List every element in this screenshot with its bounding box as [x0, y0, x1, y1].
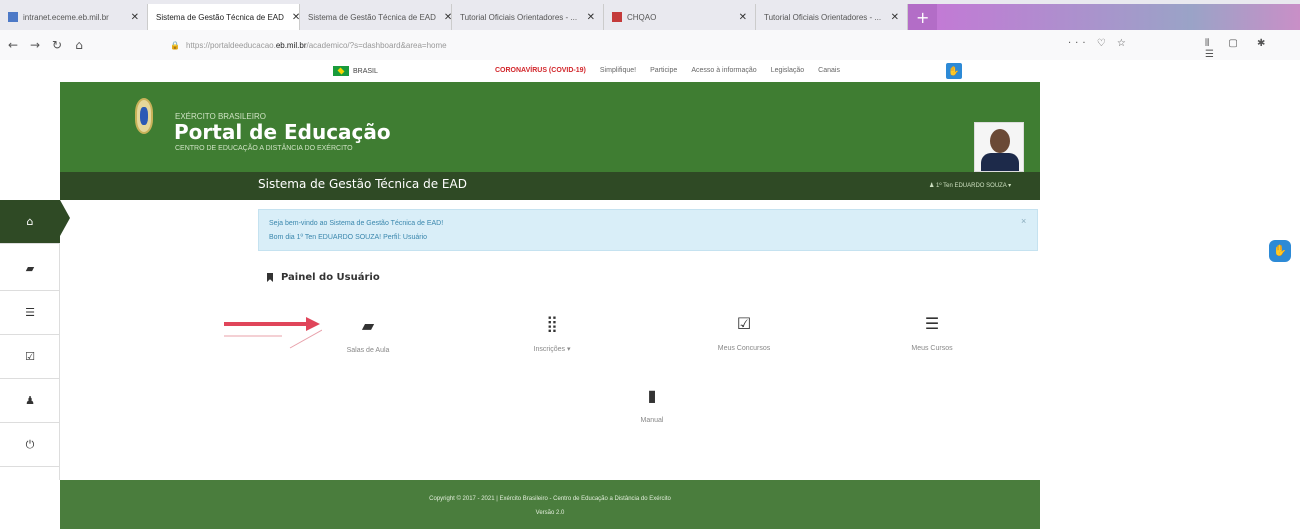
close-icon[interactable]: ×: [1021, 216, 1026, 226]
bookmark-icon: [267, 273, 273, 282]
header-subtitle: CENTRO DE EDUCAÇÃO A DISTÂNCIA DO EXÉRCI…: [175, 145, 353, 152]
gov-link-canais[interactable]: Canais: [818, 67, 840, 74]
back-icon[interactable]: ←: [4, 38, 22, 52]
grid-icon: ⣿: [546, 314, 558, 333]
footer-copyright: Copyright © 2017 - 2021 | Exército Brasi…: [429, 496, 671, 502]
red-arrow-annotation: [224, 317, 322, 349]
alert-line-1: Seja bem-vindo ao Sistema de Gestão Técn…: [269, 220, 444, 227]
gov-link-participe[interactable]: Participe: [650, 67, 677, 74]
close-tab-icon[interactable]: ✕: [883, 12, 899, 23]
panel-title: Painel do Usuário: [267, 272, 380, 283]
sidebar-item-list[interactable]: ☰: [0, 291, 60, 335]
army-emblem-icon: [135, 98, 153, 134]
close-tab-icon[interactable]: ✕: [436, 12, 451, 23]
file-icon: ▮: [647, 386, 657, 405]
sidebar-item-home[interactable]: ⌂: [0, 200, 60, 244]
tile-my-contests[interactable]: ☑ Meus Concursos: [684, 314, 804, 352]
system-bar: Sistema de Gestão Técnica de EAD ♟ 1º Te…: [60, 172, 1040, 200]
browser-tab[interactable]: intranet.eceme.eb.mil.br ✕: [0, 4, 148, 30]
browser-tab[interactable]: CHQAO ✕: [604, 4, 756, 30]
tile-label: Inscrições ▾: [533, 346, 571, 353]
power-icon: ⏻: [25, 437, 35, 451]
lock-icon: 🔒: [170, 40, 180, 50]
toolbar-icons[interactable]: ⫴ ▢ ✱ ☰: [1205, 38, 1300, 60]
sidebar-active-arrow: [60, 200, 70, 236]
tile-enrollments[interactable]: ⣿ Inscrições ▾: [492, 314, 612, 353]
sidebar-item-classrooms[interactable]: ▰: [0, 247, 60, 291]
sidebar-item-contests[interactable]: ☑: [0, 335, 60, 379]
tile-label: Meus Cursos: [911, 345, 953, 352]
sidebar-item-profile[interactable]: ♟: [0, 379, 60, 423]
book-icon: ▰: [25, 262, 35, 275]
sidebar-item-logout[interactable]: ⏻: [0, 423, 60, 467]
browser-tab-active[interactable]: Sistema de Gestão Técnica de EAD ✕: [148, 4, 300, 30]
favicon-icon: [8, 12, 18, 22]
tile-classrooms[interactable]: ▰ Salas de Aula: [308, 316, 428, 354]
gov-bar: BRASIL CORONAVÍRUS (COVID-19) Simplifiqu…: [0, 60, 1300, 82]
book-icon: ▰: [361, 316, 375, 335]
sidebar: ⌂ ▰ ☰ ☑ ♟ ⏻: [0, 200, 60, 480]
portal-header: EXÉRCITO BRASILEIRO Portal de Educação C…: [60, 82, 1040, 172]
browser-tab[interactable]: Tutorial Oficiais Orientadores - ... ✕: [452, 4, 604, 30]
tile-label: Meus Concursos: [717, 345, 771, 352]
header-title[interactable]: Portal de Educação: [174, 120, 391, 144]
tile-label: Manual: [640, 417, 664, 424]
list-icon: ☰: [924, 314, 940, 333]
brasil-link[interactable]: BRASIL: [333, 66, 378, 76]
system-title: Sistema de Gestão Técnica de EAD: [258, 177, 467, 191]
home-icon[interactable]: ⌂: [70, 38, 88, 52]
list-icon: ☰: [25, 306, 35, 319]
accessibility-icon[interactable]: ✋: [946, 63, 962, 79]
tile-manual[interactable]: ▮ Manual: [592, 386, 712, 424]
url-actions[interactable]: ··· ♡ ☆: [1068, 38, 1130, 49]
user-menu[interactable]: ♟ 1º Ten EDUARDO SOUZA ▾: [929, 182, 1011, 189]
user-icon: ♟: [25, 394, 35, 407]
url-bar[interactable]: 🔒 https://portaldeeducacao. eb.mil.br/aca…: [170, 35, 1000, 55]
forward-icon[interactable]: →: [26, 38, 44, 52]
gov-link-simplifique[interactable]: Simplifique!: [600, 67, 636, 74]
checkbox-icon: ☑: [736, 314, 752, 333]
alert-line-2: Bom dia 1º Ten EDUARDO SOUZA! Perfil: Us…: [269, 234, 428, 241]
gov-link-covid[interactable]: CORONAVÍRUS (COVID-19): [495, 67, 586, 74]
tabbar-background: [937, 4, 1300, 30]
footer-version: Versão 2.0: [535, 510, 565, 516]
footer: Copyright © 2017 - 2021 | Exército Brasi…: [60, 480, 1040, 529]
close-tab-icon[interactable]: ✕: [123, 12, 139, 23]
gov-links: CORONAVÍRUS (COVID-19) Simplifique! Part…: [495, 67, 840, 74]
close-tab-icon[interactable]: ✕: [731, 12, 747, 23]
new-tab-button[interactable]: +: [908, 4, 938, 30]
reload-icon[interactable]: ↻: [48, 38, 66, 52]
browser-nav-bar: ← → ↻ ⌂ 🔒 https://portaldeeducacao. eb.mi…: [0, 30, 1300, 60]
gov-link-legislacao[interactable]: Legislação: [771, 67, 804, 74]
welcome-alert: Seja bem-vindo ao Sistema de Gestão Técn…: [258, 209, 1038, 251]
home-icon: ⌂: [26, 215, 34, 228]
close-tab-icon[interactable]: ✕: [579, 12, 595, 23]
tile-my-courses[interactable]: ☰ Meus Cursos: [872, 314, 992, 352]
avatar[interactable]: [974, 122, 1024, 172]
browser-tab-bar: intranet.eceme.eb.mil.br ✕ Sistema de Ge…: [0, 0, 1300, 30]
brazil-flag-icon: [333, 66, 349, 76]
browser-tab[interactable]: Tutorial Oficiais Orientadores - ... ✕: [756, 4, 908, 30]
user-icon: ♟: [929, 183, 937, 189]
gov-link-acesso[interactable]: Acesso à informação: [691, 67, 756, 74]
accessibility-widget-icon[interactable]: ✋: [1269, 240, 1291, 262]
close-tab-icon[interactable]: ✕: [284, 12, 299, 23]
favicon-icon: [612, 12, 622, 22]
tile-label: Salas de Aula: [346, 347, 390, 354]
checkbox-icon: ☑: [25, 350, 35, 363]
browser-tab[interactable]: Sistema de Gestão Técnica de EAD ✕: [300, 4, 452, 30]
